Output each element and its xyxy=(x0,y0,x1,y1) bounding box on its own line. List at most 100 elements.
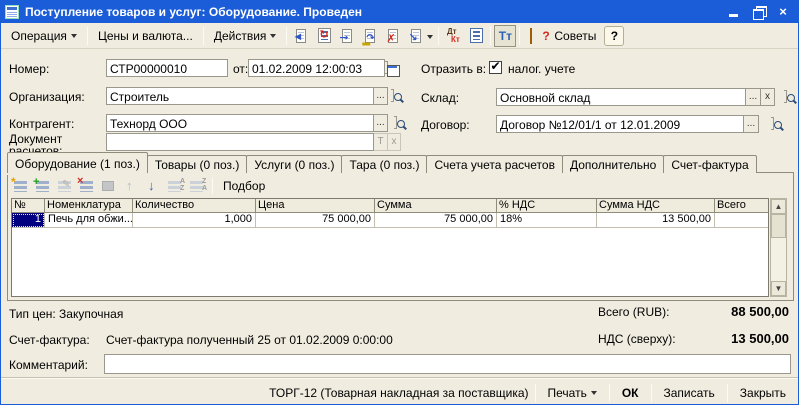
actions-menu-button[interactable]: Действия xyxy=(207,25,284,47)
chevron-down-icon xyxy=(427,34,434,39)
post-document-button[interactable]: ➞ xyxy=(336,25,358,47)
scrollbar-thumb[interactable] xyxy=(771,214,786,238)
advice-button[interactable]: ? Советы xyxy=(523,24,603,48)
organization-open-button[interactable] xyxy=(391,89,394,102)
main-toolbar: Операция Цены и валюта... Действия ◄ ↻ ➞… xyxy=(1,23,798,49)
row-number-cell[interactable]: 1 xyxy=(12,213,45,228)
contract-ellipsis-button[interactable]: ... xyxy=(744,115,759,133)
tab-containers[interactable]: Тара (0 поз.) xyxy=(341,155,428,173)
scroll-down-icon[interactable]: ▼ xyxy=(771,281,786,296)
calendar-button[interactable] xyxy=(385,61,388,74)
create-based-on-button[interactable]: ↘ xyxy=(405,25,435,47)
table-row[interactable]: 1 Печь для обжи... 1,000 75 000,00 75 00… xyxy=(12,213,768,228)
quantity-cell[interactable]: 1,000 xyxy=(133,213,256,228)
column-header: Цена xyxy=(256,199,375,213)
close-icon[interactable]: × xyxy=(776,5,790,18)
add-row-button[interactable]: * xyxy=(11,176,31,196)
restore-icon[interactable] xyxy=(752,6,767,20)
check-icon: ✔ xyxy=(490,59,501,73)
chevron-down-icon xyxy=(590,390,597,395)
pick-button[interactable]: Подбор xyxy=(218,176,270,196)
contractor-open-button[interactable] xyxy=(394,116,397,129)
column-header: Количество xyxy=(133,199,256,213)
settlement-doc-clear-button[interactable]: x xyxy=(388,133,401,151)
copy-row-button[interactable]: + xyxy=(33,176,53,196)
tab-invoice[interactable]: Счет-фактура xyxy=(663,155,757,173)
warehouse-clear-button[interactable]: x xyxy=(761,88,775,106)
total-label: Всего (RUB): xyxy=(598,305,670,319)
vat-amount-cell[interactable]: 13 500,00 xyxy=(597,213,715,228)
dt-kt-button[interactable]: Дт Кт xyxy=(442,25,464,47)
reread-document-button[interactable]: ◄ xyxy=(290,25,312,47)
separator xyxy=(438,26,440,45)
undo-posting-button[interactable]: ✗ xyxy=(382,25,404,47)
tab-services[interactable]: Услуги (0 поз.) xyxy=(246,155,343,173)
comment-input[interactable] xyxy=(104,354,791,374)
amount-cell[interactable]: 75 000,00 xyxy=(375,213,497,228)
edit-row-button[interactable]: ✎ xyxy=(55,177,75,196)
price-cell[interactable]: 75 000,00 xyxy=(256,213,375,228)
document-structure-button[interactable] xyxy=(465,25,487,47)
bottom-command-bar: ТОРГ-12 (Товарная накладная за поставщик… xyxy=(1,379,798,404)
organization-ellipsis-button[interactable]: ... xyxy=(374,87,388,105)
minimize-icon[interactable] xyxy=(728,6,742,18)
titlebar: Поступление товаров и услуг: Оборудовани… xyxy=(1,1,798,23)
settlement-doc-type-button[interactable]: Т xyxy=(374,133,388,151)
column-header: Номенклатура xyxy=(45,199,133,213)
tab-equipment[interactable]: Оборудование (1 поз.) xyxy=(7,152,148,173)
print-button[interactable]: Печать xyxy=(542,383,603,403)
number-label: Номер: xyxy=(9,62,50,76)
items-grid[interactable]: № Номенклатура Количество Цена Сумма % Н… xyxy=(11,198,769,297)
sort-descending-button[interactable]: ZA xyxy=(187,177,207,196)
refresh-button[interactable]: ↻ xyxy=(313,25,335,47)
close-button[interactable]: Закрыть xyxy=(734,383,792,403)
torg12-button[interactable]: ТОРГ-12 (Товарная накладная за поставщик… xyxy=(269,386,528,400)
end-edit-button[interactable] xyxy=(99,177,119,196)
move-down-button[interactable]: ↓ xyxy=(143,177,163,196)
contract-input[interactable]: Договор №12/01/1 от 12.01.2009 xyxy=(496,115,744,133)
move-up-button[interactable]: ↑ xyxy=(121,177,141,196)
tab-additional[interactable]: Дополнительно xyxy=(561,155,665,173)
chevron-down-icon xyxy=(70,33,77,38)
warehouse-input[interactable]: Основной склад xyxy=(496,88,746,106)
tab-goods[interactable]: Товары (0 поз.) xyxy=(146,155,248,173)
totals-toggle-button[interactable]: Тт xyxy=(494,24,517,47)
organization-input[interactable]: Строитель xyxy=(106,87,374,105)
contract-open-button[interactable] xyxy=(771,117,774,130)
warehouse-open-button[interactable] xyxy=(784,90,787,103)
separator xyxy=(534,383,536,402)
movements-button[interactable]: ▂ ↷ xyxy=(359,25,381,47)
tab-strip: Оборудование (1 поз.) Товары (0 поз.) Ус… xyxy=(7,152,757,173)
settlement-doc-input[interactable] xyxy=(106,133,374,151)
vat-percent-cell[interactable]: 18% xyxy=(497,213,597,228)
help-button[interactable]: ? xyxy=(604,25,625,46)
vertical-scrollbar[interactable]: ▲ ▼ xyxy=(770,198,787,297)
date-input[interactable]: 01.02.2009 12:00:03 xyxy=(248,59,385,77)
separator xyxy=(286,26,288,45)
tax-accounting-checkbox[interactable]: ✔ xyxy=(489,59,502,74)
sort-ascending-button[interactable]: AZ xyxy=(165,177,185,196)
delete-row-button[interactable]: × xyxy=(77,175,97,196)
organization-label: Организация: xyxy=(9,90,85,104)
operation-menu-button[interactable]: Операция xyxy=(4,25,84,47)
nomenclature-cell[interactable]: Печь для обжи... xyxy=(45,213,133,228)
prices-currency-button[interactable]: Цены и валюта... xyxy=(91,25,200,47)
contract-label: Договор: xyxy=(421,118,470,132)
vat-value: 13 500,00 xyxy=(731,331,789,346)
total-cell[interactable] xyxy=(715,213,768,228)
separator xyxy=(650,383,652,402)
invoice-value[interactable]: Счет-фактура полученный 25 от 01.02.2009… xyxy=(106,333,393,347)
number-input[interactable]: СТР00000010 xyxy=(106,59,228,77)
warehouse-ellipsis-button[interactable]: ... xyxy=(746,88,761,106)
contractor-ellipsis-button[interactable]: ... xyxy=(374,114,388,132)
ok-button[interactable]: ОК xyxy=(616,383,645,403)
column-header: % НДС xyxy=(497,199,597,213)
contractor-input[interactable]: Технорд ООО xyxy=(106,114,374,132)
column-header: Сумма xyxy=(375,199,497,213)
chevron-down-icon xyxy=(270,33,277,38)
save-button[interactable]: Записать xyxy=(658,383,721,403)
scroll-up-icon[interactable]: ▲ xyxy=(771,199,786,214)
window-title: Поступление товаров и услуг: Оборудовани… xyxy=(25,5,363,19)
tab-settlement-accounts[interactable]: Счета учета расчетов xyxy=(426,155,563,173)
move-down-icon: ↓ xyxy=(148,177,155,193)
